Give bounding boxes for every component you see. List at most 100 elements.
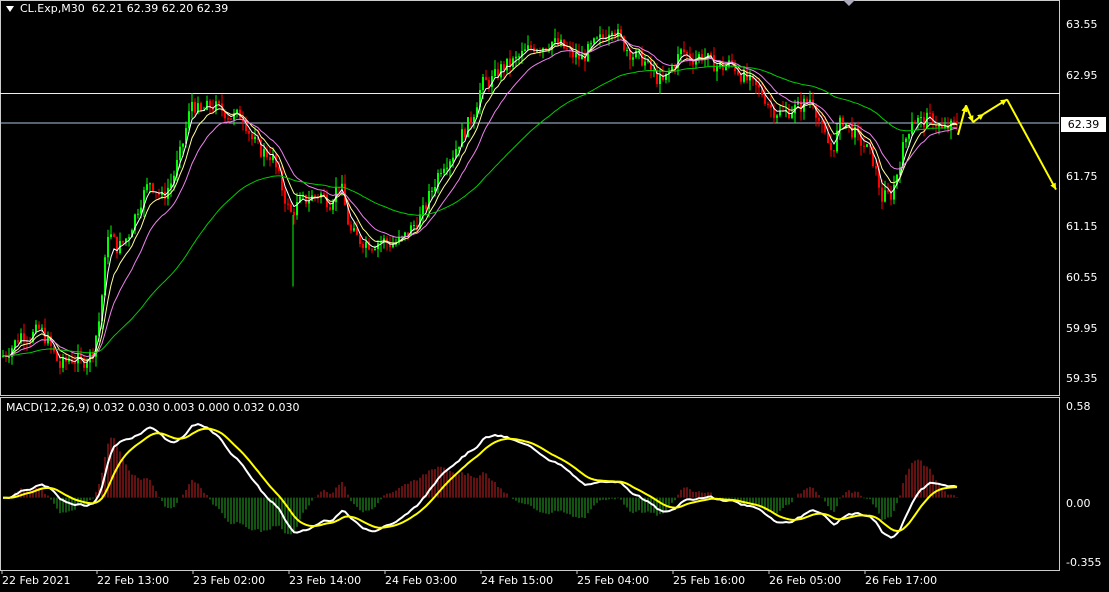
candle-body — [8, 356, 10, 358]
candle-body — [194, 101, 196, 113]
candle-body — [230, 118, 232, 120]
candle-body — [680, 49, 682, 55]
candle-body — [554, 38, 556, 42]
horizontal-lines[interactable] — [0, 93, 1060, 124]
candle-body — [38, 324, 40, 329]
time-tick-label: 22 Feb 13:00 — [97, 574, 170, 587]
candle-body — [269, 157, 271, 161]
candle-body — [470, 117, 472, 124]
candle-body — [758, 84, 760, 88]
candle-body — [113, 234, 115, 237]
candle-body — [110, 234, 112, 237]
candle-body — [659, 75, 661, 85]
candle-body — [866, 144, 868, 147]
time-tick-label: 23 Feb 02:00 — [193, 574, 266, 587]
candle-body — [626, 49, 628, 51]
candle-body — [146, 184, 148, 191]
projection-arrows[interactable] — [957, 98, 1057, 191]
candle-body — [821, 120, 823, 124]
candle-body — [611, 32, 613, 35]
candle-body — [482, 77, 484, 91]
candle-body — [107, 236, 109, 258]
price-tick-label: 60.55 — [1066, 271, 1098, 285]
candle-body — [770, 105, 772, 108]
candle-body — [632, 57, 634, 60]
time-tick-label: 25 Feb 16:00 — [673, 574, 746, 587]
candle-body — [920, 117, 922, 119]
candle-body — [650, 60, 652, 71]
candle-body — [149, 183, 151, 185]
candle-body — [710, 53, 712, 56]
candle-body — [251, 133, 253, 140]
candle-body — [89, 351, 91, 363]
candle-body — [374, 248, 376, 250]
candle-body — [830, 143, 832, 151]
macd-tick-label: -0.355 — [1066, 556, 1102, 569]
candle-body — [575, 52, 577, 58]
candle-body — [839, 117, 841, 131]
candle-body — [908, 134, 910, 139]
candle-body — [371, 249, 373, 251]
candle-body — [434, 186, 436, 191]
candle-body — [740, 74, 742, 82]
candle-body — [284, 190, 286, 204]
macd-tick-label: 0.58 — [1066, 400, 1091, 413]
candle-body — [209, 100, 211, 108]
candle-body — [500, 64, 502, 78]
candle-body — [767, 103, 769, 106]
candle-body — [446, 167, 448, 169]
candle-body — [23, 333, 25, 341]
macd-tick-label: 0.00 — [1066, 497, 1091, 510]
candle-body — [686, 52, 688, 54]
candle-body — [809, 99, 811, 102]
candle-body — [179, 146, 181, 160]
candle-body — [413, 225, 415, 227]
candle-body — [743, 70, 745, 82]
chart-shift-icon[interactable] — [843, 0, 855, 6]
candle-body — [806, 98, 808, 102]
candle-body — [923, 117, 925, 128]
candle-body — [59, 360, 61, 368]
candle-body — [488, 80, 490, 87]
candle-body — [464, 129, 466, 138]
current-price-badge: 62.39 — [1061, 117, 1106, 132]
time-tick-label: 25 Feb 04:00 — [577, 574, 650, 587]
candle-body — [602, 34, 604, 38]
price-chart[interactable] — [0, 0, 1109, 592]
candle-body — [911, 121, 913, 135]
candle-body — [359, 234, 361, 244]
candle-body — [74, 362, 76, 364]
dropdown-triangle-icon[interactable] — [6, 6, 14, 12]
candle-body — [515, 56, 517, 59]
candle-body — [86, 362, 88, 368]
candle-body — [188, 111, 190, 129]
candle-body — [833, 150, 835, 152]
candle-body — [314, 195, 316, 197]
candle-body — [494, 69, 496, 77]
candle-body — [644, 61, 646, 66]
candle-body — [35, 324, 37, 332]
candle-body — [137, 213, 139, 215]
candle-body — [458, 146, 460, 150]
macd-title: MACD(12,26,9) 0.032 0.030 0.003 0.000 0.… — [6, 401, 300, 414]
candle-body — [323, 193, 325, 195]
candle-body — [362, 243, 364, 248]
candle-body — [818, 117, 820, 121]
symbol-label: CL.Exp,M30 — [20, 2, 85, 15]
candle-body — [122, 241, 124, 243]
candle-body — [599, 34, 601, 38]
candle-body — [200, 103, 202, 111]
candle-body — [254, 136, 256, 140]
candle-body — [392, 244, 394, 248]
candle-body — [530, 45, 532, 48]
time-tick-label: 24 Feb 03:00 — [385, 574, 458, 587]
candle-body — [527, 45, 529, 50]
candle-body — [287, 203, 289, 205]
candle-body — [422, 205, 424, 215]
candle-body — [41, 327, 43, 329]
time-tick-label: 26 Feb 17:00 — [865, 574, 938, 587]
candle-body — [929, 112, 931, 114]
ma-fast-line — [2, 32, 958, 363]
candle-body — [893, 184, 895, 200]
candle-body — [293, 211, 295, 216]
